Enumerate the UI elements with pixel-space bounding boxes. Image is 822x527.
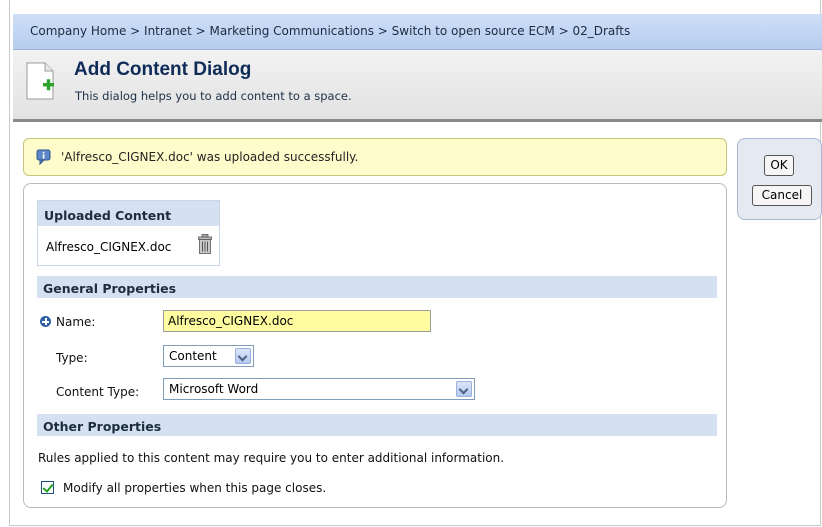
trash-icon[interactable]	[198, 234, 212, 254]
modify-properties-label[interactable]: Modify all properties when this page clo…	[63, 481, 326, 495]
required-icon	[40, 316, 51, 327]
other-properties-heading: Other Properties	[37, 414, 717, 436]
dialog-title: Add Content Dialog	[74, 59, 252, 80]
uploaded-content-box: Uploaded Content Alfresco_CIGNEX.doc	[37, 200, 220, 266]
ok-button[interactable]: OK	[764, 155, 794, 176]
type-label: Type:	[56, 351, 88, 365]
dialog-description: This dialog helps you to add content to …	[75, 89, 352, 103]
uploaded-content-heading: Uploaded Content	[38, 201, 219, 226]
info-message: 'Alfresco_CIGNEX.doc' was uploaded succe…	[61, 150, 359, 164]
uploaded-file-name: Alfresco_CIGNEX.doc	[46, 240, 172, 254]
chevron-down-icon[interactable]	[235, 348, 251, 364]
add-document-icon	[26, 62, 54, 100]
content-type-select[interactable]: Microsoft Word	[163, 378, 475, 400]
action-panel: OK Cancel	[737, 138, 822, 220]
chevron-down-icon[interactable]	[456, 381, 472, 397]
dialog-header: Add Content Dialog This dialog helps you…	[13, 50, 822, 122]
name-input[interactable]: Alfresco_CIGNEX.doc	[163, 310, 431, 332]
content-type-label: Content Type:	[56, 385, 140, 399]
general-properties-heading: General Properties	[37, 276, 717, 298]
type-select-value: Content	[169, 349, 217, 363]
info-message-bar: 'Alfresco_CIGNEX.doc' was uploaded succe…	[23, 138, 727, 176]
content-type-select-value: Microsoft Word	[169, 382, 259, 396]
modify-properties-checkbox[interactable]	[41, 481, 54, 494]
name-label: Name:	[56, 315, 96, 329]
rules-text: Rules applied to this content may requir…	[38, 451, 505, 465]
info-icon	[36, 149, 51, 165]
type-select[interactable]: Content	[163, 345, 254, 367]
breadcrumb[interactable]: Company Home > Intranet > Marketing Comm…	[13, 14, 822, 50]
cancel-button[interactable]: Cancel	[752, 185, 812, 206]
